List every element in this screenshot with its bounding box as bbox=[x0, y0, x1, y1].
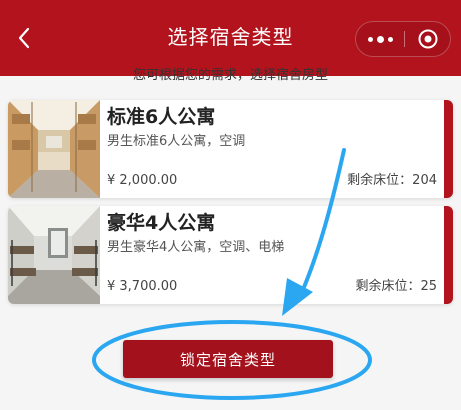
target-circle-icon bbox=[418, 29, 438, 49]
room-name: 标准6人公寓 bbox=[107, 106, 216, 128]
card-accent-bar bbox=[444, 100, 453, 198]
card-accent-bar bbox=[444, 206, 453, 304]
nav-bar: 选择宿舍类型 bbox=[0, 0, 461, 76]
remaining-beds: 剩余床位：25 bbox=[355, 279, 437, 294]
more-button[interactable] bbox=[356, 22, 404, 56]
room-photo bbox=[8, 206, 100, 304]
room-description: 男生豪华4人公寓，空调、电梯 bbox=[107, 240, 285, 255]
remaining-beds: 剩余床位：204 bbox=[347, 173, 437, 188]
room-price: ¥ 3,700.00 bbox=[107, 279, 178, 294]
room-price: ¥ 2,000.00 bbox=[107, 173, 178, 188]
close-button[interactable] bbox=[405, 22, 451, 56]
mini-program-capsule bbox=[355, 21, 451, 57]
more-dots-icon bbox=[366, 35, 395, 43]
room-card-deluxe-4[interactable]: 豪华4人公寓 男生豪华4人公寓，空调、电梯 ¥ 3,700.00 剩余床位：25 bbox=[8, 206, 453, 304]
room-photo bbox=[8, 100, 100, 198]
room-card-standard-6[interactable]: 标准6人公寓 男生标准6人公寓，空调 ¥ 2,000.00 剩余床位：204 bbox=[8, 100, 453, 198]
room-description: 男生标准6人公寓，空调 bbox=[107, 134, 246, 149]
page-subtitle: 您可根据您的需求，选择宿舍房型 bbox=[132, 68, 328, 83]
room-name: 豪华4人公寓 bbox=[107, 212, 216, 234]
lock-dorm-type-button[interactable]: 锁定宿舍类型 bbox=[123, 340, 333, 378]
